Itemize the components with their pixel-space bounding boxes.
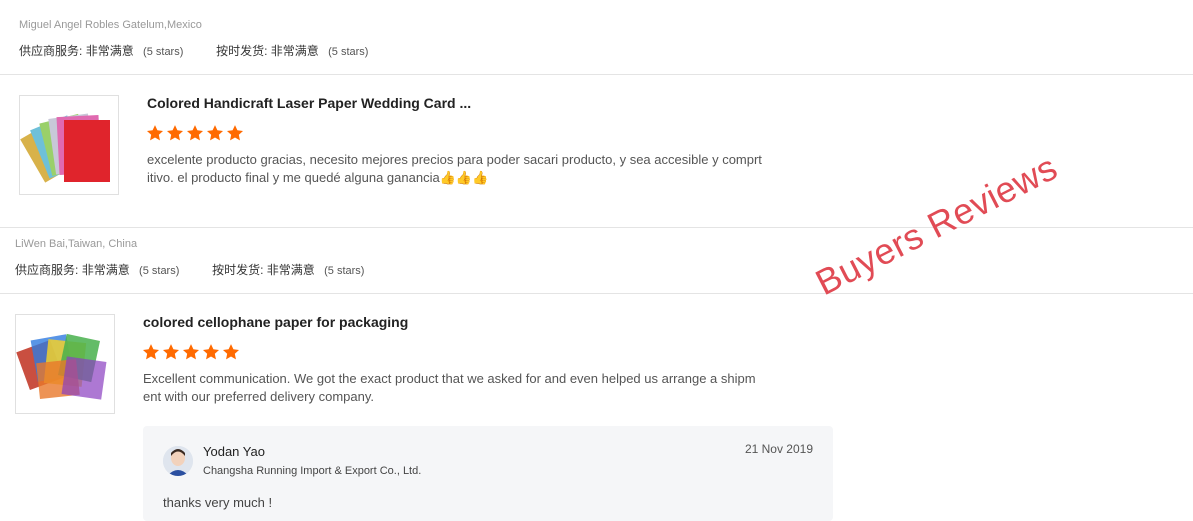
review-text-line: Excellent communication. We got the exac… — [143, 371, 756, 386]
product-title[interactable]: Colored Handicraft Laser Paper Wedding C… — [147, 95, 471, 111]
divider — [0, 293, 1193, 294]
product-thumbnail[interactable] — [19, 95, 119, 195]
product-title[interactable]: colored cellophane paper for packaging — [143, 314, 408, 330]
supplier-service-label: 供应商服务: — [19, 44, 83, 58]
ontime-value: 非常满意 — [270, 44, 319, 58]
review-text: excelente producto gracias, necesito mej… — [147, 151, 807, 187]
ontime-label: 按时发货: — [212, 263, 264, 277]
reply-company: Changsha Running Import & Export Co., Lt… — [203, 465, 422, 477]
star-rating — [142, 343, 240, 361]
star-icon — [222, 344, 240, 360]
review-text-line: excelente producto gracias, necesito mej… — [147, 152, 762, 167]
reply-text: thanks very much ! — [163, 495, 273, 510]
rating-summary: 供应商服务: 非常满意 (5 stars) 按时发货: 非常满意 (5 star… — [19, 42, 368, 59]
review-text-line: ent with our preferred delivery company. — [143, 389, 374, 404]
star-icon — [162, 344, 180, 360]
supplier-service-stars: (5 stars) — [139, 265, 180, 277]
star-icon — [182, 344, 200, 360]
buyer-name: LiWen Bai,Taiwan, China — [15, 238, 138, 250]
supplier-service-value: 非常满意 — [81, 263, 130, 277]
review-text-line: itivo. el producto final y me quedé algu… — [147, 170, 489, 185]
divider — [0, 74, 1193, 75]
supplier-reply: Yodan Yao Changsha Running Import & Expo… — [143, 426, 833, 521]
star-rating — [146, 124, 244, 142]
star-icon — [186, 125, 204, 141]
review-text: Excellent communication. We got the exac… — [143, 370, 803, 406]
supplier-service-value: 非常满意 — [85, 44, 134, 58]
ontime-stars: (5 stars) — [328, 46, 369, 58]
star-icon — [166, 125, 184, 141]
star-icon — [206, 125, 224, 141]
watermark: Buyers Reviews — [808, 146, 1064, 304]
reply-author-name: Yodan Yao — [203, 444, 265, 459]
divider — [0, 227, 1193, 228]
star-icon — [142, 344, 160, 360]
reply-date: 21 Nov 2019 — [744, 442, 813, 456]
product-thumbnail[interactable] — [15, 314, 115, 414]
supplier-service-stars: (5 stars) — [143, 46, 184, 58]
star-icon — [202, 344, 220, 360]
ontime-value: 非常满意 — [266, 263, 315, 277]
ontime-stars: (5 stars) — [324, 265, 365, 277]
supplier-service-label: 供应商服务: — [15, 263, 79, 277]
star-icon — [146, 125, 164, 141]
rating-summary: 供应商服务: 非常满意 (5 stars) 按时发货: 非常满意 (5 star… — [15, 261, 364, 278]
ontime-label: 按时发货: — [216, 44, 268, 58]
star-icon — [226, 125, 244, 141]
avatar — [163, 446, 193, 476]
buyer-name: Miguel Angel Robles Gatelum,Mexico — [19, 19, 202, 31]
